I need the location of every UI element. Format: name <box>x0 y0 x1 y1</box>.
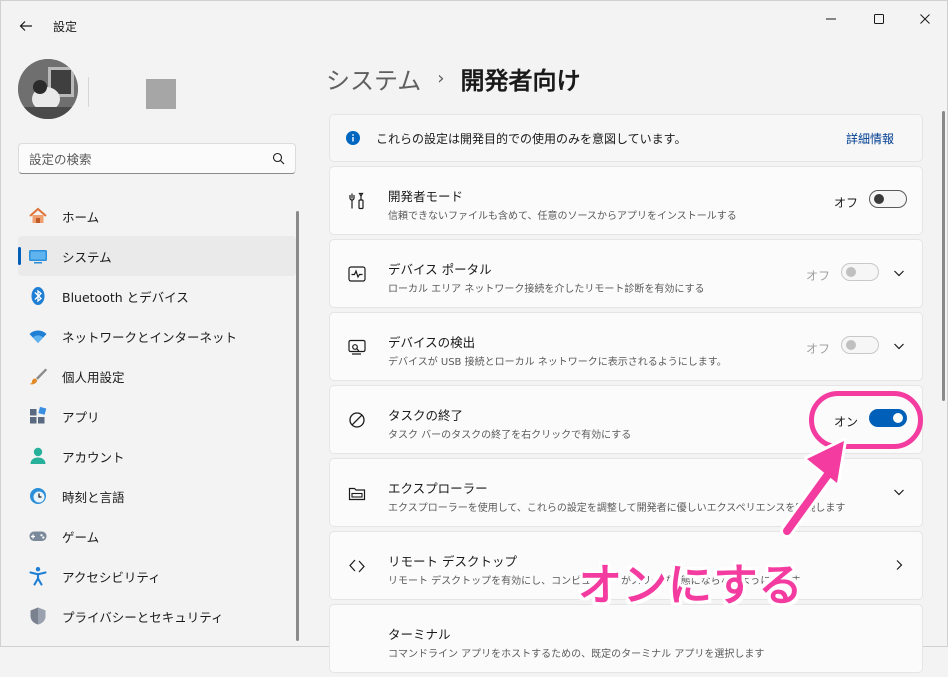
sidebar-item-home[interactable]: ホーム <box>18 196 296 236</box>
device-portal-icon <box>348 265 366 283</box>
toggle-state-label: オフ <box>834 196 859 210</box>
sidebar-scrollbar[interactable] <box>296 211 299 641</box>
close-button[interactable] <box>905 7 945 31</box>
sidebar-item-gaming[interactable]: ゲーム <box>18 516 296 556</box>
settings-window: 設定 ホーム <box>0 0 948 673</box>
row-description: ローカル エリア ネットワーク接続を介したリモート診断を有効にする <box>388 284 705 295</box>
prohibited-icon <box>348 411 366 429</box>
device-portal-row[interactable]: デバイス ポータル ローカル エリア ネットワーク接続を介したリモート診断を有効… <box>329 239 923 308</box>
info-icon <box>346 131 360 145</box>
clock-globe-icon <box>28 486 48 506</box>
wifi-icon <box>28 326 48 346</box>
avatar[interactable] <box>18 59 78 119</box>
back-arrow-icon <box>19 21 32 31</box>
profile-info-redacted <box>146 79 176 109</box>
sidebar-item-label: ネットワークとインターネット <box>62 329 238 345</box>
chevron-down-icon[interactable] <box>892 266 906 280</box>
row-description: 信頼できないファイルも含めて、任意のソースからアプリをインストールする <box>388 211 737 222</box>
breadcrumb: システム › 開発者向け <box>326 61 580 96</box>
minimize-button[interactable] <box>811 7 851 31</box>
main-scrollbar[interactable] <box>942 111 945 401</box>
tools-icon <box>348 192 366 210</box>
info-text: これらの設定は開発目的での使用のみを意図しています。 <box>376 131 687 146</box>
sidebar-item-label: ゲーム <box>62 529 100 545</box>
toggle-knob <box>874 194 884 204</box>
row-title: 開発者モード <box>388 189 464 204</box>
learn-more-link[interactable]: 詳細情報 <box>846 130 894 147</box>
folder-icon <box>348 484 366 502</box>
row-description: デバイスが USB 接続とローカル ネットワークに表示されるようにします。 <box>388 357 727 368</box>
row-title: デバイス ポータル <box>388 262 492 277</box>
sidebar-nav: ホーム システム Bluetooth とデバイス ネットワークとインターネット … <box>18 196 296 636</box>
account-icon <box>28 446 48 466</box>
annotation-arrow-icon <box>780 438 847 538</box>
device-discovery-toggle[interactable] <box>841 336 879 354</box>
minimize-icon <box>826 18 836 20</box>
sidebar-item-network[interactable]: ネットワークとインターネット <box>18 316 296 356</box>
breadcrumb-separator: › <box>437 68 445 89</box>
app-title: 設定 <box>53 20 78 34</box>
sidebar-item-privacy-security[interactable]: プライバシーとセキュリティ <box>18 596 296 636</box>
row-title: ターミナル <box>388 627 451 642</box>
maximize-icon <box>874 14 884 24</box>
gamepad-icon <box>28 526 48 546</box>
sidebar-item-label: アカウント <box>62 449 125 465</box>
device-discovery-icon <box>348 338 366 356</box>
device-discovery-row[interactable]: デバイスの検出 デバイスが USB 接続とローカル ネットワークに表示されるよう… <box>329 312 923 381</box>
maximize-button[interactable] <box>859 7 899 31</box>
row-description: コマンドライン アプリをホストするための、既定のターミナル アプリを選択します <box>388 649 765 660</box>
sidebar-item-label: システム <box>62 249 112 265</box>
row-title: デバイスの検出 <box>388 335 476 350</box>
bluetooth-icon <box>28 286 48 306</box>
sidebar-item-personalization[interactable]: 個人用設定 <box>18 356 296 396</box>
search-input[interactable] <box>29 150 259 168</box>
profile-divider <box>88 77 89 107</box>
shield-icon <box>28 606 48 626</box>
close-icon <box>920 14 930 24</box>
chevron-down-icon[interactable] <box>892 339 906 353</box>
title-bar: 設定 <box>1 1 947 49</box>
search-icon[interactable] <box>272 152 285 165</box>
info-bar: これらの設定は開発目的での使用のみを意図しています。 詳細情報 <box>329 114 923 162</box>
remote-desktop-icon <box>348 557 366 575</box>
developer-mode-row[interactable]: 開発者モード 信頼できないファイルも含めて、任意のソースからアプリをインストール… <box>329 166 923 235</box>
back-button[interactable] <box>15 15 37 37</box>
accessibility-icon <box>28 566 48 586</box>
terminal-row[interactable]: ターミナル コマンドライン アプリをホストするための、既定のターミナル アプリを… <box>329 604 923 673</box>
page-title: 開発者向け <box>460 67 581 95</box>
sidebar-item-apps[interactable]: アプリ <box>18 396 296 436</box>
sidebar-item-label: プライバシーとセキュリティ <box>62 609 224 625</box>
row-title: リモート デスクトップ <box>388 554 517 569</box>
developer-mode-toggle[interactable] <box>869 190 907 208</box>
system-icon <box>28 246 48 266</box>
chevron-right-icon[interactable] <box>892 558 906 572</box>
device-portal-toggle[interactable] <box>841 263 879 281</box>
sidebar-item-label: 時刻と言語 <box>62 489 125 505</box>
brush-icon <box>28 366 48 386</box>
chevron-down-icon[interactable] <box>892 485 906 499</box>
toggle-state-label: オフ <box>806 342 831 356</box>
sidebar-item-label: アプリ <box>62 409 100 425</box>
sidebar-item-label: 個人用設定 <box>62 369 125 385</box>
settings-search[interactable] <box>18 143 296 174</box>
toggle-knob <box>846 340 856 350</box>
toggle-knob <box>846 267 856 277</box>
sidebar-item-bluetooth[interactable]: Bluetooth とデバイス <box>18 276 296 316</box>
sidebar-item-label: Bluetooth とデバイス <box>62 289 189 305</box>
row-title: エクスプローラー <box>388 481 488 496</box>
breadcrumb-parent[interactable]: システム <box>326 61 421 96</box>
sidebar-item-system[interactable]: システム <box>18 236 296 276</box>
sidebar-item-time-language[interactable]: 時刻と言語 <box>18 476 296 516</box>
avatar-photo-icon <box>18 59 78 119</box>
home-icon <box>28 206 48 226</box>
toggle-state-label: オフ <box>806 269 831 283</box>
row-title: タスクの終了 <box>388 408 464 423</box>
apps-icon <box>28 406 48 426</box>
sidebar-item-label: アクセシビリティ <box>62 569 161 585</box>
annotation-label: オンにする <box>578 560 804 611</box>
row-description: タスク バーのタスクの終了を右クリックで有効にする <box>388 430 632 441</box>
sidebar-item-label: ホーム <box>62 209 100 225</box>
sidebar-item-accounts[interactable]: アカウント <box>18 436 296 476</box>
sidebar-item-accessibility[interactable]: アクセシビリティ <box>18 556 296 596</box>
